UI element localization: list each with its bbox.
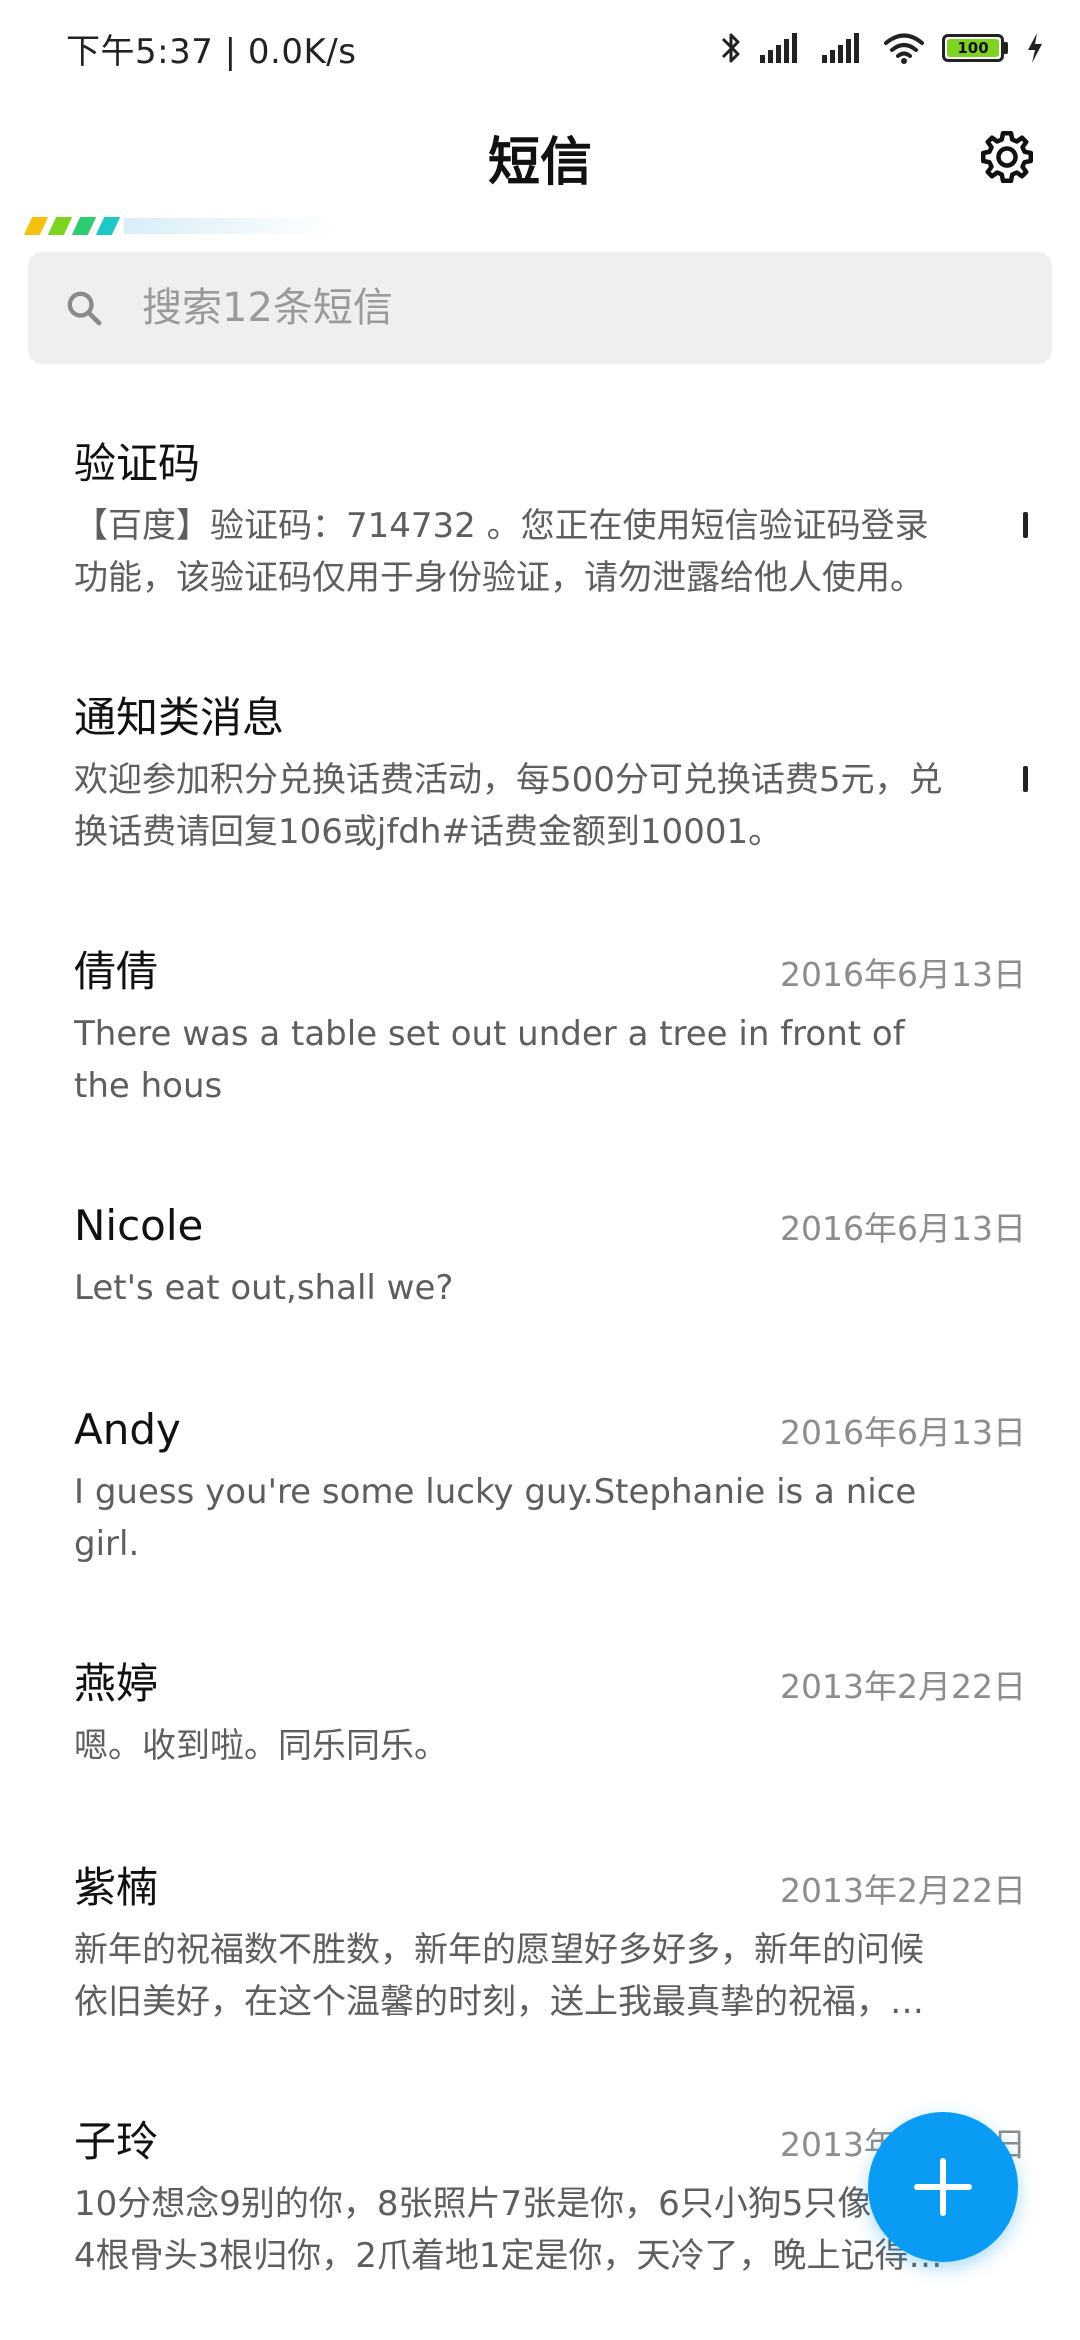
conversation-date: 2016年6月13日 [780, 955, 1026, 994]
title-bar: 短信 [0, 110, 1080, 210]
conversation-sender: 紫楠 [74, 1863, 159, 1912]
conversation-sender: 验证码 [74, 439, 201, 488]
plus-icon [914, 2158, 972, 2216]
wifi-icon [884, 33, 924, 64]
conversation-sender: 燕婷 [74, 1659, 159, 1708]
conversation-sender: Nicole [74, 1201, 204, 1250]
loading-segment [71, 217, 97, 235]
conversation-sender: 子玲 [74, 2117, 159, 2166]
settings-button[interactable] [974, 124, 1040, 190]
page-title: 短信 [487, 133, 592, 193]
conversation-date: 2016年6月13日 [780, 1209, 1026, 1248]
conversation-item[interactable]: 验证码 【百度】验证码：714732 。您正在使用短信验证码登录功能，该验证码仅… [0, 400, 1080, 654]
conversation-preview: I guess you're some lucky guy.Stephanie … [74, 1472, 917, 1564]
loading-segment [95, 217, 121, 235]
conversation-list: 验证码 【百度】验证码：714732 。您正在使用短信验证码登录功能，该验证码仅… [0, 400, 1080, 2332]
charging-icon [1028, 33, 1042, 63]
loading-indicator [23, 216, 338, 236]
bluetooth-icon [721, 33, 740, 63]
status-bar: 下午5:37 | 0.0K/s 100 [0, 0, 1080, 96]
conversation-preview: There was a table set out under a tree i… [74, 1014, 905, 1106]
unread-indicator [1023, 512, 1028, 538]
conversation-sender: 通知类消息 [74, 693, 285, 742]
messages-screen: 下午5:37 | 0.0K/s 100 短信 搜索12条短信 验证码 【百度】验… [0, 0, 1080, 2340]
conversation-date: 2016年6月13日 [780, 1413, 1026, 1452]
conversation-item[interactable]: 燕婷 2013年2月22日 嗯。收到啦。同乐同乐。 [0, 1620, 1080, 1824]
conversation-preview: 【百度】验证码：714732 。您正在使用短信验证码登录功能，该验证码仅用于身份… [74, 506, 929, 598]
conversation-preview: 嗯。收到啦。同乐同乐。 [74, 1726, 448, 1766]
conversation-preview: 新年的祝福数不胜数，新年的愿望好多好多，新年的问候依旧美好，在这个温馨的时刻，送… [74, 1930, 924, 2022]
conversation-preview: Let's eat out,shall we? [74, 1268, 454, 1308]
search-icon [67, 291, 102, 326]
conversation-sender: Andy [74, 1405, 181, 1454]
conversation-item[interactable]: 紫楠 2013年2月22日 新年的祝福数不胜数，新年的愿望好多好多，新年的问候依… [0, 1824, 1080, 2078]
loading-segment [23, 217, 49, 235]
battery-icon: 100 [942, 34, 1008, 62]
conversation-preview: 10分想念9别的你，8张照片7张是你，6只小狗5只像你，4根骨头3根归你，2爪着… [74, 2184, 943, 2276]
conversation-item[interactable]: Andy 2016年6月13日 I guess you're some luck… [0, 1366, 1080, 1620]
unread-indicator [1023, 766, 1028, 792]
conversation-sender: 倩倩 [74, 947, 159, 996]
status-icons: 100 [720, 30, 1044, 66]
gear-icon [981, 131, 1033, 183]
battery-level: 100 [957, 39, 989, 57]
conversation-item[interactable]: Nicole 2016年6月13日 Let's eat out,shall we… [0, 1162, 1080, 1366]
conversation-preview: 欢迎参加积分兑换话费活动，每500分可兑换话费5元，兑换话费请回复106或jfd… [74, 760, 943, 852]
loading-segment [47, 217, 73, 235]
signal-icon-2 [822, 33, 859, 63]
signal-icon [760, 33, 797, 63]
conversation-date: 2013年2月22日 [780, 1667, 1026, 1706]
new-message-button[interactable] [868, 2112, 1018, 2262]
conversation-item[interactable]: 倩倩 2016年6月13日 There was a table set out … [0, 908, 1080, 1162]
status-time: 下午5:37 | 0.0K/s [66, 31, 357, 72]
search-bar[interactable] [28, 252, 1052, 364]
conversation-date: 2013年2月22日 [780, 1871, 1026, 1910]
conversation-item[interactable]: 通知类消息 欢迎参加积分兑换话费活动，每500分可兑换话费5元，兑换话费请回复1… [0, 654, 1080, 908]
search-input[interactable] [140, 284, 964, 332]
